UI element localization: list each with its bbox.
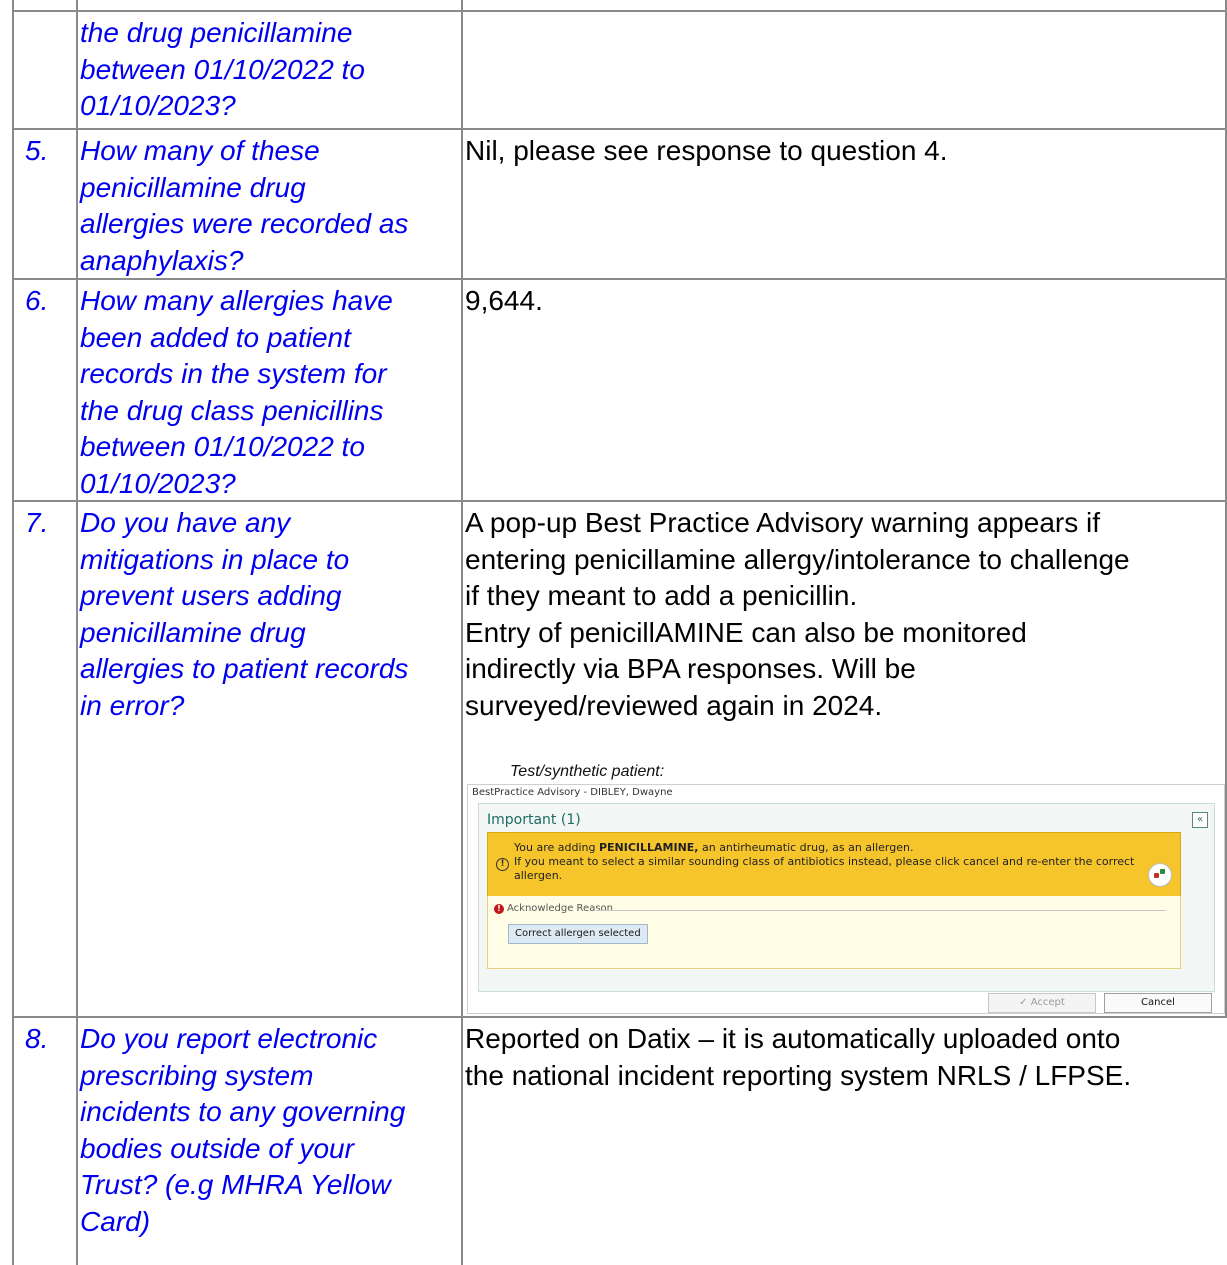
accept-button[interactable]: ✓ Accept [988, 993, 1096, 1013]
bpa-panel: Important (1) « ! You are adding PENICIL… [478, 803, 1215, 992]
question-text: Do you report electronic prescribing sys… [80, 1023, 406, 1237]
bpa-alert: ! You are adding PENICILLAMINE, an antir… [487, 832, 1181, 898]
answer-text: Nil, please see response to question 4. [465, 135, 948, 166]
required-icon: ! [494, 904, 504, 914]
question-number: 7. [25, 507, 49, 538]
answer-text: A pop-up Best Practice Advisory warning … [465, 507, 1130, 721]
bpa-screenshot: BestPractice Advisory - DIBLEY, Dwayne I… [467, 784, 1225, 1014]
screenshot-caption: Test/synthetic patient: [510, 763, 665, 780]
acknowledge-area: ! Acknowledge Reason Correct allergen se… [487, 896, 1181, 969]
bpa-window-title: BestPractice Advisory - DIBLEY, Dwayne [472, 787, 673, 798]
row-divider [12, 128, 1227, 130]
question-number: 6. [25, 285, 49, 316]
table-border-number-col [76, 0, 78, 1265]
row-divider [12, 1016, 1227, 1018]
divider [596, 910, 1166, 911]
table-border-middle [461, 0, 463, 1265]
document-page: the drug penicillamine between 01/10/202… [0, 0, 1227, 1265]
question-text: Do you have any mitigations in place to … [80, 507, 409, 721]
question-text: the drug penicillamine between 01/10/202… [80, 17, 365, 121]
question-number: 8. [25, 1023, 49, 1054]
bpa-section-label: Important (1) [487, 812, 581, 828]
bpa-action-icon[interactable] [1148, 863, 1172, 887]
question-text: How many allergies have been added to pa… [80, 285, 393, 499]
cancel-button[interactable]: Cancel [1104, 993, 1212, 1013]
answer-text: 9,644. [465, 285, 543, 316]
warning-icon: ! [496, 858, 509, 871]
acknowledge-label: Acknowledge Reason [507, 903, 613, 914]
collapse-icon[interactable]: « [1192, 812, 1208, 828]
correct-allergen-button[interactable]: Correct allergen selected [508, 924, 648, 944]
question-number: 5. [25, 135, 49, 166]
table-border-top [12, 10, 1227, 12]
bpa-alert-message: You are adding PENICILLAMINE, an antirhe… [514, 841, 1135, 882]
table-border-left [12, 0, 14, 1265]
question-text: How many of these penicillamine drug all… [80, 135, 409, 276]
answer-text: Reported on Datix – it is automatically … [465, 1023, 1132, 1091]
